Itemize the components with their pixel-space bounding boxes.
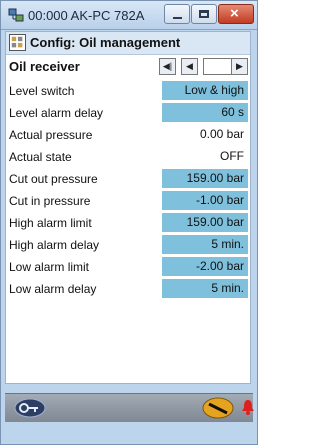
list-item: Actual pressure 0.00 bar	[6, 124, 250, 146]
config-icon[interactable]	[9, 34, 26, 51]
section-title: Oil receiver	[9, 59, 80, 74]
param-value[interactable]: -2.00 bar	[162, 257, 248, 276]
param-value[interactable]: 5 min.	[162, 279, 248, 298]
param-value[interactable]: Low & high	[162, 81, 248, 100]
bell-icon[interactable]	[241, 398, 255, 416]
list-item: Low alarm delay 5 min.	[6, 278, 250, 300]
list-item: High alarm delay 5 min.	[6, 234, 250, 256]
list-item: High alarm limit 159.00 bar	[6, 212, 250, 234]
minimize-icon	[173, 17, 182, 19]
param-label: Low alarm delay	[9, 282, 97, 296]
network-icon	[8, 8, 24, 22]
param-label: High alarm delay	[9, 238, 100, 252]
maximize-button[interactable]	[191, 4, 217, 24]
parameter-list: Level switch Low & high Level alarm dela…	[6, 80, 250, 300]
close-icon: ×	[230, 5, 239, 22]
first-page-icon[interactable]: ◀|	[159, 58, 176, 75]
param-value[interactable]: 5 min.	[162, 235, 248, 254]
list-item: Level switch Low & high	[6, 80, 250, 102]
window-title: 00:000 AK-PC 782A	[28, 8, 145, 23]
param-value[interactable]: 159.00 bar	[162, 169, 248, 188]
bottom-toolbar	[5, 393, 255, 422]
param-label: High alarm limit	[9, 216, 92, 230]
list-item: Level alarm delay 60 s	[6, 102, 250, 124]
param-label: Low alarm limit	[9, 260, 90, 274]
page-header: Config: Oil management	[6, 32, 250, 55]
minimize-button[interactable]	[164, 4, 190, 24]
app-window: 00:000 AK-PC 782A × Config: Oil manageme…	[0, 0, 258, 445]
key-icon[interactable]	[13, 397, 47, 419]
param-value: 0.00 bar	[199, 127, 244, 141]
param-label: Cut out pressure	[9, 172, 98, 186]
maximize-icon	[199, 10, 209, 18]
param-label: Level switch	[9, 84, 75, 98]
param-value[interactable]: 159.00 bar	[162, 213, 248, 232]
section-navigator: Oil receiver ◀| ◀ ▶	[6, 57, 250, 77]
main-panel: Config: Oil management Oil receiver ◀| ◀…	[5, 31, 251, 384]
param-label: Actual pressure	[9, 128, 93, 142]
next-page-icon[interactable]: ▶	[231, 58, 248, 75]
param-label: Cut in pressure	[9, 194, 91, 208]
list-item: Actual state OFF	[6, 146, 250, 168]
param-label: Actual state	[9, 150, 72, 164]
list-item: Cut out pressure 159.00 bar	[6, 168, 250, 190]
list-item: Low alarm limit -2.00 bar	[6, 256, 250, 278]
prev-page-icon[interactable]: ◀	[181, 58, 198, 75]
title-bar[interactable]: 00:000 AK-PC 782A ×	[1, 1, 257, 30]
param-value[interactable]: -1.00 bar	[162, 191, 248, 210]
close-button[interactable]: ×	[218, 4, 254, 24]
param-value[interactable]: 60 s	[162, 103, 248, 122]
tool-icon[interactable]	[201, 396, 235, 420]
list-item: Cut in pressure -1.00 bar	[6, 190, 250, 212]
page-title: Config: Oil management	[30, 35, 181, 50]
param-label: Level alarm delay	[9, 106, 104, 120]
param-value: OFF	[220, 149, 244, 163]
